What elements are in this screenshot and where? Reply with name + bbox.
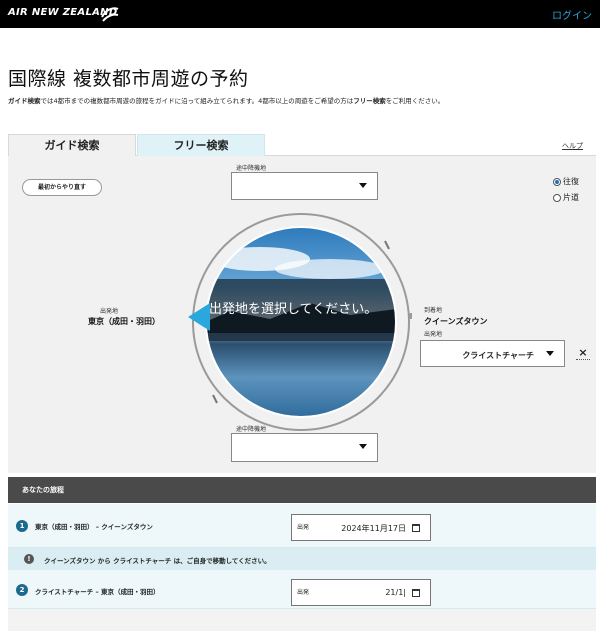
help-link[interactable]: ヘルプ bbox=[562, 141, 583, 151]
destination-value[interactable]: クイーンズタウン bbox=[424, 316, 487, 327]
oneway-label: 片道 bbox=[563, 193, 579, 202]
depart-from-value: クライストチャーチ bbox=[462, 351, 534, 360]
stopover-bottom-select[interactable] bbox=[231, 433, 378, 462]
date-label: 出発 bbox=[297, 589, 310, 596]
trip-round-option[interactable]: 往復 bbox=[553, 176, 579, 187]
oneway-radio[interactable] bbox=[553, 193, 561, 202]
itinerary-heading: あなたの旅程 bbox=[8, 477, 596, 503]
stopover-top-select[interactable] bbox=[231, 172, 378, 200]
leg-1-date-field[interactable]: 出発 2024年11月17日 bbox=[291, 514, 431, 541]
leg-route: クライストチャーチ – 東京（成田・羽田） bbox=[35, 588, 160, 596]
calendar-icon[interactable] bbox=[412, 524, 420, 532]
intro-middle: では4都市までの複数都市周遊の旅程をガイドに沿って組み立てられます。4都市以上の… bbox=[40, 97, 354, 105]
koru-logo-icon bbox=[101, 7, 119, 22]
leg-route: 東京（成田・羽田） – クイーンズタウン bbox=[35, 523, 153, 531]
destination-label: 到着地 bbox=[424, 307, 443, 314]
date-value[interactable]: 21/1| bbox=[385, 588, 406, 597]
transfer-notice: ! クイーンズタウン から クライストチャーチ は、ご自身で移動してください。 bbox=[8, 548, 596, 570]
chevron-down-icon bbox=[546, 351, 554, 356]
close-icon[interactable]: × bbox=[576, 346, 590, 360]
intro-text: ガイド検索では4都市までの複数都市周遊の旅程をガイドに沿って組み立てられます。4… bbox=[8, 96, 458, 107]
stopover-top-label: 途中降機地 bbox=[236, 165, 267, 172]
itinerary-leg-1: 1 東京（成田・羽田） – クイーンズタウン 出発 2024年11月17日 bbox=[8, 504, 596, 548]
calendar-icon[interactable] bbox=[412, 589, 420, 597]
info-icon: ! bbox=[24, 554, 34, 564]
origin-label: 出発地 bbox=[100, 308, 119, 315]
origin-pointer-icon bbox=[188, 303, 210, 331]
chevron-down-icon bbox=[359, 183, 367, 188]
round-radio[interactable] bbox=[553, 177, 561, 186]
restart-button[interactable]: 最初からやり直す bbox=[22, 179, 102, 196]
intro-end: をご利用ください。 bbox=[385, 97, 445, 105]
intro-guide-term: ガイド検索 bbox=[8, 97, 41, 105]
leg-2-date-field[interactable]: 出発 21/1| bbox=[291, 579, 431, 606]
route-circle-graphic bbox=[192, 213, 412, 431]
tab-guide-search[interactable]: ガイド検索 bbox=[8, 134, 136, 156]
bottom-area bbox=[8, 609, 596, 631]
top-bar: AIR NEW ZEALAND ログイン bbox=[0, 0, 600, 28]
trip-oneway-option[interactable]: 片道 bbox=[553, 192, 579, 203]
leg-number-badge: 1 bbox=[16, 520, 28, 532]
intro-free-term: フリー検索 bbox=[353, 97, 386, 105]
overlay-prompt: 出発地を選択してください。 bbox=[209, 302, 378, 317]
leg-number-badge: 2 bbox=[16, 584, 28, 596]
date-label: 出発 bbox=[297, 524, 310, 531]
tab-free-search[interactable]: フリー検索 bbox=[137, 134, 265, 156]
depart-from-select[interactable]: クライストチャーチ bbox=[420, 340, 565, 367]
notice-text: クイーンズタウン から クライストチャーチ は、ご自身で移動してください。 bbox=[44, 557, 271, 565]
chevron-down-icon bbox=[359, 444, 367, 449]
round-label: 往復 bbox=[563, 177, 579, 186]
itinerary-leg-2: 2 クライストチャーチ – 東京（成田・羽田） 出発 21/1| bbox=[8, 570, 596, 609]
depart-from-label: 出発地 bbox=[424, 331, 443, 338]
login-link[interactable]: ログイン bbox=[552, 7, 592, 22]
page-title: 国際線 複数都市周遊の予約 bbox=[8, 68, 249, 90]
date-value: 2024年11月17日 bbox=[341, 524, 406, 533]
stopover-bottom-label: 途中降機地 bbox=[236, 426, 267, 433]
origin-value[interactable]: 東京（成田・羽田） bbox=[88, 316, 160, 327]
